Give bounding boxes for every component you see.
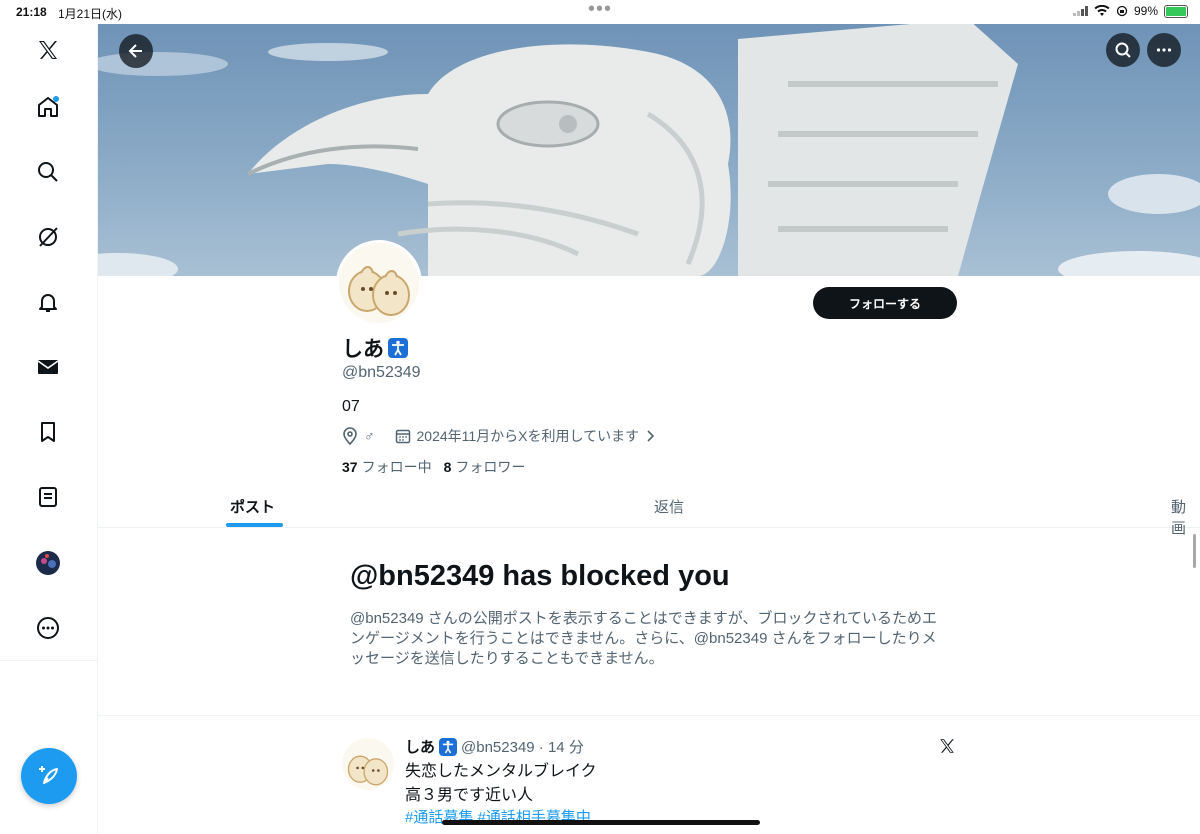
profile-name: しあ (342, 333, 408, 363)
followers-count: 8 (443, 459, 452, 475)
post-author-name[interactable]: しあ (405, 736, 435, 757)
status-time: 21:18 (16, 5, 47, 19)
chevron-right-icon[interactable] (645, 429, 655, 443)
post-x-logo-icon (938, 737, 956, 760)
avatar-illustration (348, 266, 410, 316)
tab-replies[interactable]: 返信 (654, 496, 684, 517)
profile-meta: ♂ 2024年11月からXを利用しています (342, 426, 655, 446)
calendar-icon (395, 429, 410, 444)
accessibility-emoji-icon (439, 737, 458, 756)
lists-icon[interactable] (28, 477, 68, 517)
location-icon (343, 427, 357, 445)
compose-post-button[interactable] (21, 748, 77, 804)
followers-label: フォロワー (455, 459, 526, 475)
sidebar (0, 24, 98, 834)
profile-bio: 07 (342, 398, 360, 415)
status-bar: 21:18 1月21日(水) ••• 99% (0, 0, 1200, 24)
banner-more-button[interactable] (1147, 33, 1181, 67)
battery-percent: 99% (1133, 4, 1158, 18)
post-line-1: 失恋したメンタルブレイク (405, 763, 597, 780)
back-button[interactable] (119, 34, 153, 68)
battery-icon (1164, 4, 1188, 18)
more-dots-icon (1156, 48, 1172, 52)
profile-handle: @bn52349 (342, 364, 421, 381)
compose-feather-icon (39, 766, 58, 784)
status-date: 1月21日(水) (58, 7, 123, 21)
profile-joined[interactable]: 2024年11月からXを利用しています (417, 426, 640, 446)
profile-tabs: ポスト 返信 動画 (98, 486, 1200, 537)
banner-image (98, 24, 1200, 276)
profile-banner (98, 24, 1200, 276)
signal-icon (1072, 6, 1088, 16)
profile-location: ♂ (364, 428, 375, 444)
multitasking-dots-icon[interactable]: ••• (588, 0, 612, 21)
tab-posts[interactable]: ポスト (230, 496, 275, 517)
profile-avatar-large[interactable] (336, 240, 422, 326)
status-right: 99% (1072, 4, 1188, 18)
blocked-description: @bn52349 さんの公開ポストを表示することはできますが、ブロックされている… (350, 610, 938, 667)
sidebar-divider (0, 660, 97, 661)
post-avatar[interactable] (342, 738, 394, 790)
post-avatar-illustration (347, 755, 389, 786)
grok-icon[interactable] (28, 217, 68, 257)
x-logo-icon[interactable] (28, 30, 68, 70)
content-divider (98, 715, 1200, 716)
bookmarks-icon[interactable] (28, 412, 68, 452)
messages-icon[interactable] (28, 347, 68, 387)
post-handle-time[interactable]: @bn52349 · 14 分 (461, 736, 584, 757)
orientation-lock-icon (1116, 5, 1128, 17)
following-count: 37 (342, 459, 358, 475)
profile-avatar[interactable] (28, 543, 68, 583)
scrollbar-thumb[interactable] (1193, 534, 1196, 568)
display-name: しあ (342, 338, 384, 361)
accessibility-emoji-icon (388, 338, 408, 358)
search-icon (1115, 42, 1131, 58)
following-link[interactable]: 37 フォロー中 (342, 457, 432, 477)
more-icon[interactable] (28, 608, 68, 648)
post-header: しあ @bn52349 · 14 分 (405, 736, 584, 757)
post-line-2: 高３男です近い人 (405, 787, 534, 804)
follow-button[interactable]: フォローする (813, 287, 957, 319)
back-arrow-icon (128, 44, 142, 58)
tab-videos[interactable]: 動画 (1171, 496, 1200, 538)
following-label: フォロー中 (361, 459, 432, 475)
active-tab-indicator (226, 523, 283, 527)
search-icon[interactable] (28, 152, 68, 192)
notifications-icon[interactable] (28, 282, 68, 322)
followers-link[interactable]: 8 フォロワー (444, 457, 526, 477)
follow-counts: 37 フォロー中 8 フォロワー (342, 457, 525, 477)
home-indicator[interactable] (442, 820, 760, 825)
post-text: 失恋したメンタルブレイク 高３男です近い人 (405, 760, 597, 808)
home-icon[interactable] (28, 87, 68, 127)
blocked-title: @bn52349 has blocked you (350, 560, 730, 592)
banner-search-button[interactable] (1106, 33, 1140, 67)
wifi-icon (1094, 5, 1110, 16)
